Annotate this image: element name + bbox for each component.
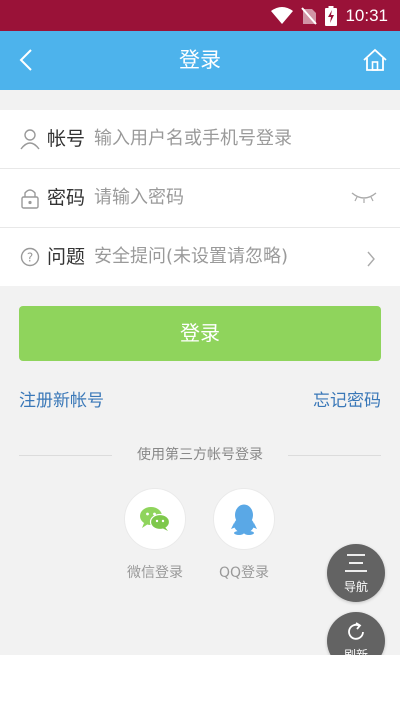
- qq-icon: [231, 504, 257, 535]
- home-icon[interactable]: [362, 47, 388, 73]
- login-button[interactable]: 登录: [19, 306, 381, 361]
- wifi-icon: [271, 7, 294, 24]
- user-icon: [20, 129, 40, 150]
- password-input[interactable]: 请输入密码: [94, 169, 184, 227]
- qq-login[interactable]: QQ登录: [213, 488, 275, 582]
- account-row[interactable]: 帐号 输入用户名或手机号登录: [0, 110, 400, 169]
- chevron-right-icon: [367, 251, 375, 267]
- password-row[interactable]: 密码 请输入密码: [0, 169, 400, 228]
- wechat-caption: 微信登录: [127, 565, 183, 581]
- question-select[interactable]: 安全提问(未设置请忽略): [94, 228, 288, 286]
- status-bar: 10:31: [0, 0, 400, 31]
- forgot-password-link[interactable]: 忘记密码: [313, 386, 381, 411]
- page-title: 登录: [179, 48, 221, 72]
- refresh-icon: [348, 622, 364, 640]
- nav-bar: 登录: [0, 31, 400, 90]
- nav-float-button[interactable]: 导航: [327, 544, 385, 602]
- login-form: 帐号 输入用户名或手机号登录 密码 请输入密码 ? 问题 安全提问(未设置请忽略…: [0, 110, 400, 286]
- register-link[interactable]: 注册新帐号: [19, 386, 104, 411]
- question-row[interactable]: ? 问题 安全提问(未设置请忽略): [0, 228, 400, 286]
- question-label: 问题: [47, 246, 86, 268]
- no-sim-icon: [301, 7, 318, 25]
- divider-right: [288, 455, 381, 456]
- wechat-button[interactable]: [124, 488, 186, 550]
- svg-text:?: ?: [27, 251, 33, 265]
- qq-caption: QQ登录: [218, 565, 270, 581]
- account-input[interactable]: 输入用户名或手机号登录: [94, 110, 292, 168]
- eye-closed-icon[interactable]: [350, 189, 378, 205]
- nav-float-label: 导航: [343, 580, 368, 594]
- status-icons: 10:31: [271, 5, 388, 27]
- question-icon: ?: [20, 247, 40, 267]
- lock-icon: [21, 189, 39, 209]
- third-party-title: 使用第三方帐号登录: [137, 447, 263, 463]
- clock: 10:31: [345, 6, 388, 25]
- bottom-area: [0, 655, 400, 711]
- account-label: 帐号: [47, 128, 86, 150]
- battery-charging-icon: [325, 6, 338, 26]
- password-label: 密码: [47, 187, 86, 209]
- menu-icon: [345, 554, 367, 572]
- wechat-login[interactable]: 微信登录: [124, 488, 186, 582]
- qq-button[interactable]: [213, 488, 275, 550]
- wechat-icon: [140, 507, 171, 531]
